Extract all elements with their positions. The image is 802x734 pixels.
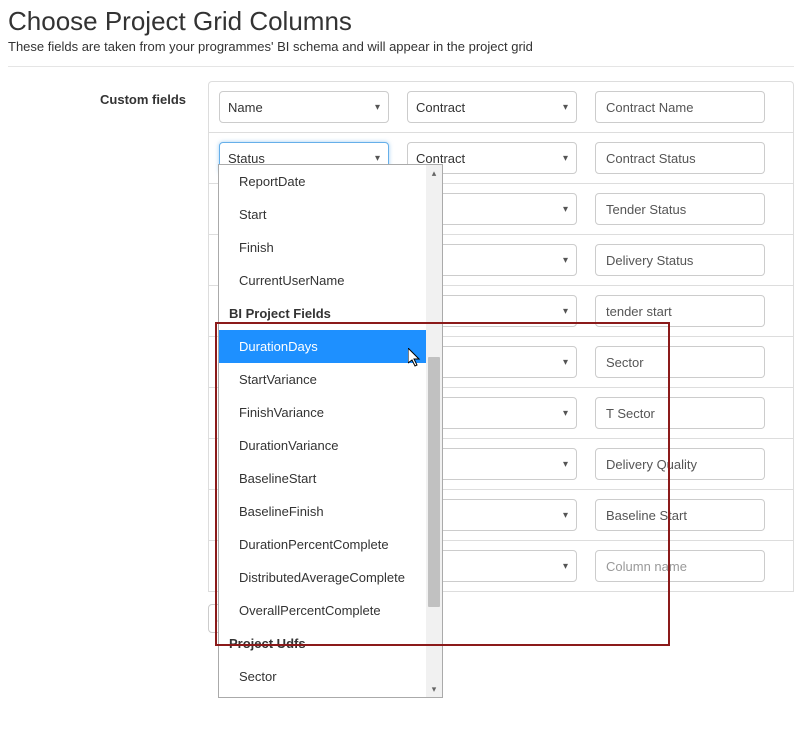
page-subtitle: These fields are taken from your program… xyxy=(8,39,794,54)
column-name-input[interactable]: Delivery Quality xyxy=(595,448,765,480)
dropdown-option[interactable]: DurationPercentComplete xyxy=(219,528,442,561)
chevron-down-icon: ▾ xyxy=(563,408,568,419)
column-name-input[interactable]: Contract Name xyxy=(595,91,765,123)
dropdown-option[interactable]: CurrentUserName xyxy=(219,264,442,297)
scope-select-value: Contract xyxy=(416,100,465,115)
scroll-thumb[interactable] xyxy=(428,357,440,607)
column-name-input[interactable]: Sector xyxy=(595,346,765,378)
divider xyxy=(8,66,794,67)
dropdown-option[interactable]: Sector xyxy=(219,660,442,693)
column-name-input[interactable]: Baseline Start xyxy=(595,499,765,531)
field-dropdown-panel[interactable]: ReportDateStartFinishCurrentUserNameBI P… xyxy=(218,164,443,698)
dropdown-option[interactable]: Start xyxy=(219,198,442,231)
field-select[interactable]: Name ▾ xyxy=(219,91,389,123)
scroll-down-icon[interactable]: ▾ xyxy=(426,681,442,697)
dropdown-option[interactable]: DistributedAverageComplete xyxy=(219,561,442,594)
dropdown-option[interactable]: OverallPercentComplete xyxy=(219,594,442,627)
chevron-down-icon: ▾ xyxy=(375,102,380,113)
dropdown-option[interactable]: ReportDate xyxy=(219,165,442,198)
chevron-down-icon: ▾ xyxy=(563,306,568,317)
dropdown-option[interactable]: Finish xyxy=(219,231,442,264)
table-row: Name ▾ Contract ▾ Contract Name xyxy=(209,82,793,133)
dropdown-option[interactable]: FinishVariance xyxy=(219,396,442,429)
chevron-down-icon: ▾ xyxy=(563,255,568,266)
scope-select[interactable]: Contract ▾ xyxy=(407,91,577,123)
chevron-down-icon: ▾ xyxy=(563,102,568,113)
dropdown-option[interactable]: BaselineStart xyxy=(219,462,442,495)
dropdown-option[interactable]: BaselineFinish xyxy=(219,495,442,528)
column-name-input[interactable]: Tender Status xyxy=(595,193,765,225)
dropdown-group-header: BI Project Fields xyxy=(219,297,442,330)
dropdown-option[interactable]: DurationVariance xyxy=(219,429,442,462)
column-name-input[interactable]: tender start xyxy=(595,295,765,327)
dropdown-option[interactable]: Temporary Manager xyxy=(219,693,442,698)
custom-fields-label: Custom fields xyxy=(100,92,186,107)
column-name-input[interactable]: Contract Status xyxy=(595,142,765,174)
chevron-down-icon: ▾ xyxy=(563,561,568,572)
chevron-down-icon: ▾ xyxy=(563,459,568,470)
dropdown-option[interactable]: StartVariance xyxy=(219,363,442,396)
column-name-input[interactable]: Delivery Status xyxy=(595,244,765,276)
chevron-down-icon: ▾ xyxy=(563,153,568,164)
field-select-value: Name xyxy=(228,100,263,115)
column-name-input[interactable]: Column name xyxy=(595,550,765,582)
scroll-up-icon[interactable]: ▴ xyxy=(426,165,442,181)
dropdown-option[interactable]: DurationDays xyxy=(219,330,442,363)
chevron-down-icon: ▾ xyxy=(563,357,568,368)
chevron-down-icon: ▾ xyxy=(563,510,568,521)
dropdown-scrollbar[interactable]: ▴ ▾ xyxy=(426,165,442,697)
column-name-input[interactable]: T Sector xyxy=(595,397,765,429)
page-title: Choose Project Grid Columns xyxy=(8,6,794,37)
chevron-down-icon: ▾ xyxy=(375,153,380,164)
dropdown-group-header: Project Udfs xyxy=(219,627,442,660)
chevron-down-icon: ▾ xyxy=(563,204,568,215)
